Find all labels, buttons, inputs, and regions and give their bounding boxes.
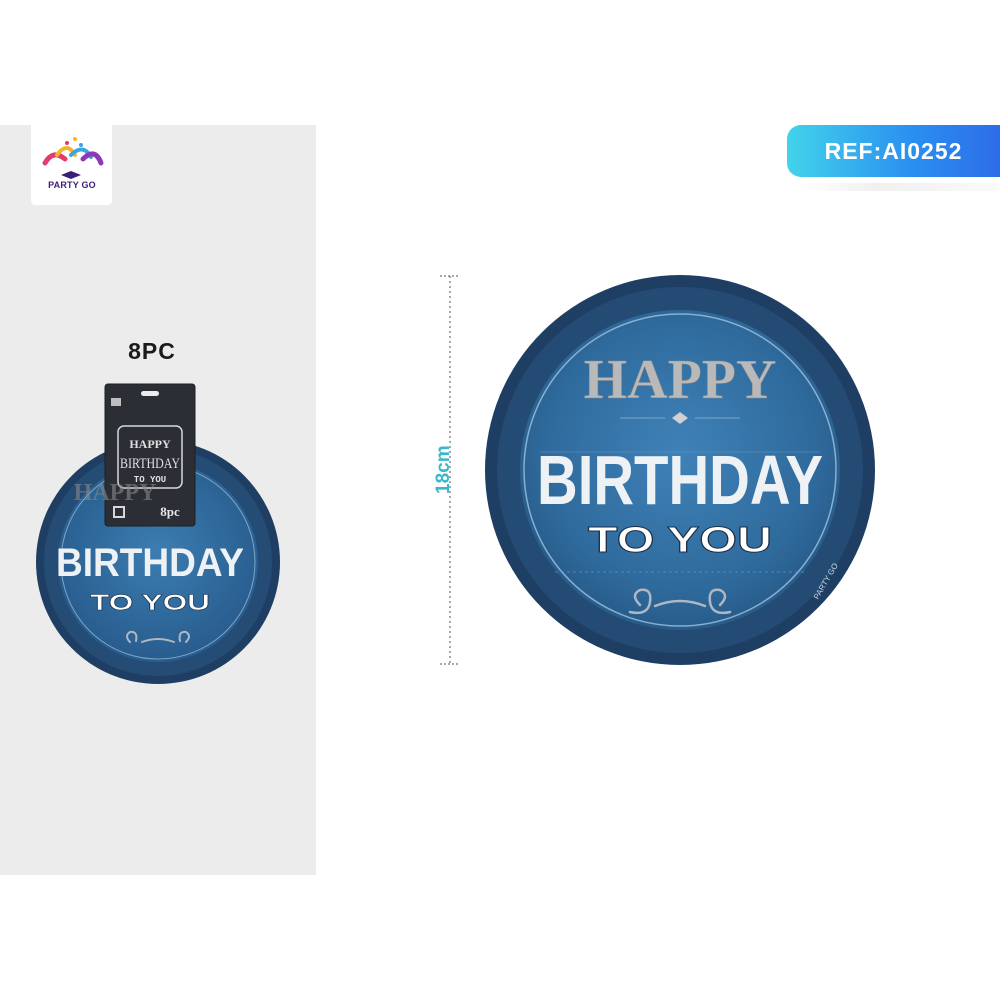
product-illustration (36, 275, 875, 684)
package-card (104, 383, 196, 527)
plate-large (485, 275, 875, 665)
dimension-label: 18cm (433, 445, 454, 494)
